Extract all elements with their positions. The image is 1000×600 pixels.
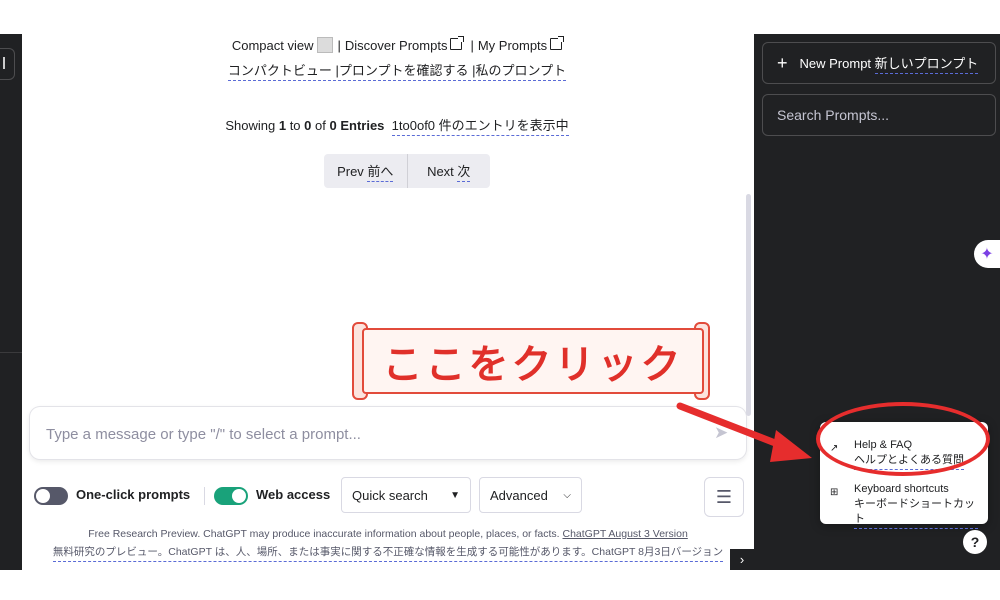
- entries-translation: 1to0of0 件のエントリを表示中: [391, 115, 569, 136]
- prompt-sidebar: + New Prompt 新しいプロンプト ✦ ↗ Help & FAQ ヘルプ…: [754, 34, 1000, 570]
- version-link[interactable]: ChatGPT August 3 Version: [563, 528, 688, 540]
- settings-sliders-icon[interactable]: ☰: [704, 477, 744, 517]
- message-input[interactable]: [44, 407, 688, 461]
- link-separator: |: [470, 37, 474, 53]
- sparkle-icon[interactable]: ✦: [974, 240, 1000, 268]
- message-composer: ➤: [30, 407, 746, 461]
- external-link-icon: [450, 35, 465, 50]
- caret-down-icon: ▼: [450, 490, 460, 501]
- banner-text: ここをクリック: [382, 343, 684, 387]
- grid-icon: ⊞: [830, 487, 839, 498]
- web-access-toggle[interactable]: [214, 487, 248, 505]
- search-prompts-input[interactable]: [763, 95, 995, 135]
- help-icon[interactable]: ?: [963, 530, 987, 554]
- quick-search-select[interactable]: Quick search ▼: [341, 477, 471, 513]
- next-button[interactable]: Next 次: [408, 154, 491, 188]
- pagination: Prev 前へ Next 次: [324, 154, 490, 188]
- my-prompts-link[interactable]: My Prompts: [478, 35, 565, 53]
- divider: [0, 352, 22, 353]
- entries-summary: Showing 1 to 0 of 0 Entries 1to0of0 件のエン…: [22, 115, 772, 136]
- send-icon[interactable]: ➤: [714, 424, 732, 442]
- advanced-select[interactable]: Advanced ⌵: [479, 477, 582, 513]
- sidebar-tab[interactable]: [0, 48, 15, 80]
- click-here-banner: ここをクリック: [352, 322, 710, 400]
- composer-controls: One-click prompts Web access Quick searc…: [34, 477, 750, 517]
- app-frame: ‹ Compact view | Discover Prompts | My P…: [0, 34, 1000, 570]
- main-panel: Compact view | Discover Prompts | My Pro…: [22, 34, 754, 570]
- discover-prompts-link[interactable]: Discover Prompts: [345, 35, 465, 53]
- links-translation: コンパクトビュー |プロンプトを確認する |私のプロンプト: [227, 60, 567, 81]
- link-separator: |: [337, 37, 341, 53]
- plus-icon: +: [777, 52, 788, 73]
- prev-button[interactable]: Prev 前へ: [324, 154, 407, 188]
- highlight-oval: [816, 402, 990, 476]
- prompt-links: Compact view | Discover Prompts | My Pro…: [22, 35, 772, 81]
- expand-right-button[interactable]: ›: [730, 549, 754, 570]
- new-prompt-button[interactable]: + New Prompt 新しいプロンプト: [762, 42, 996, 84]
- chevron-down-icon: ⌵: [563, 490, 571, 501]
- one-click-prompts-toggle[interactable]: [34, 487, 68, 505]
- external-link-icon: [550, 35, 565, 50]
- search-prompts-field: [762, 94, 996, 136]
- compact-view-checkbox[interactable]: [317, 37, 334, 53]
- one-click-prompts-label: One-click prompts: [76, 487, 191, 502]
- left-sidebar: [0, 34, 22, 570]
- disclaimer-translation: 無料研究のプレビュー。ChatGPT は、人、場所、または事実に関する不正確な情…: [52, 544, 724, 562]
- disclaimer: Free Research Preview. ChatGPT may produ…: [22, 526, 754, 562]
- scrollbar[interactable]: [746, 194, 751, 416]
- compact-view-label: Compact view: [231, 37, 314, 53]
- tab-bar-icon: [3, 57, 5, 69]
- web-access-label: Web access: [256, 487, 331, 502]
